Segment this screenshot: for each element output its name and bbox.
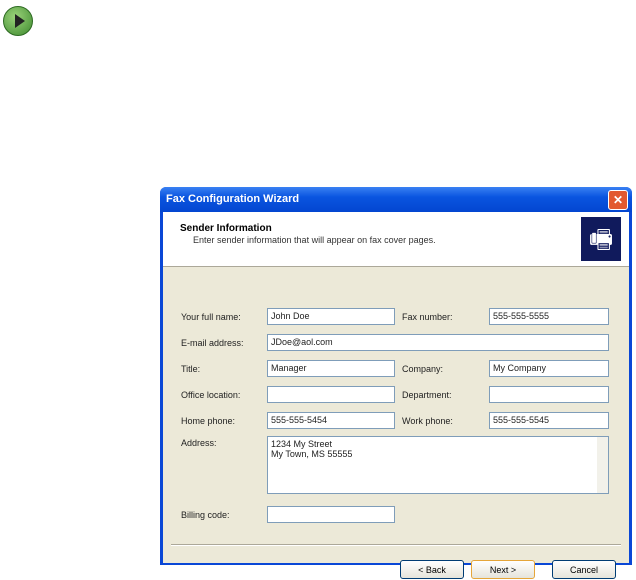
address-line-1: 1234 My Street bbox=[271, 439, 333, 449]
cancel-button[interactable]: Cancel bbox=[552, 560, 616, 579]
department-input[interactable] bbox=[489, 386, 609, 403]
title-label: Title: bbox=[181, 364, 201, 374]
title-bar: Fax Configuration Wizard ✕ bbox=[160, 187, 632, 212]
work-phone-label: Work phone: bbox=[402, 416, 453, 426]
billing-code-label: Billing code: bbox=[181, 510, 230, 520]
billing-code-input[interactable] bbox=[267, 506, 395, 523]
title-input[interactable]: Manager bbox=[267, 360, 395, 377]
separator bbox=[171, 544, 621, 546]
address-line-2: My Town, MS 55555 bbox=[271, 449, 353, 459]
work-phone-input[interactable]: 555-555-5545 bbox=[489, 412, 609, 429]
header-subtitle: Enter sender information that will appea… bbox=[193, 235, 436, 245]
email-label: E-mail address: bbox=[181, 338, 244, 348]
fax-configuration-wizard-window: Fax Configuration Wizard ✕ Sender Inform… bbox=[160, 187, 632, 579]
address-label: Address: bbox=[181, 438, 217, 448]
window-title: Fax Configuration Wizard bbox=[166, 193, 300, 205]
home-phone-input[interactable]: 555-555-5454 bbox=[267, 412, 395, 429]
department-label: Department: bbox=[402, 390, 452, 400]
header-title: Sender Information bbox=[180, 223, 272, 234]
close-button[interactable]: ✕ bbox=[608, 190, 628, 210]
fax-number-label: Fax number: bbox=[402, 312, 453, 322]
fax-icon: 🖷 bbox=[581, 217, 621, 261]
company-label: Company: bbox=[402, 364, 444, 374]
office-location-input[interactable] bbox=[267, 386, 395, 403]
fax-number-input[interactable]: 555-555-5555 bbox=[489, 308, 609, 325]
email-input[interactable]: JDoe@aol.com bbox=[267, 334, 609, 351]
address-scrollbar[interactable] bbox=[597, 437, 608, 493]
home-phone-label: Home phone: bbox=[181, 416, 236, 426]
wizard-header: Sender Information Enter sender informat… bbox=[163, 212, 629, 267]
next-button[interactable]: Next > bbox=[471, 560, 535, 579]
back-button[interactable]: < Back bbox=[400, 560, 464, 579]
wizard-body: Sender Information Enter sender informat… bbox=[163, 212, 629, 579]
full-name-input[interactable]: John Doe bbox=[267, 308, 395, 325]
full-name-label: Your full name: bbox=[181, 312, 241, 322]
office-location-label: Office location: bbox=[181, 390, 241, 400]
address-textarea[interactable]: 1234 My Street My Town, MS 55555 bbox=[267, 436, 609, 494]
arrow-icon bbox=[3, 6, 33, 36]
company-input[interactable]: My Company bbox=[489, 360, 609, 377]
